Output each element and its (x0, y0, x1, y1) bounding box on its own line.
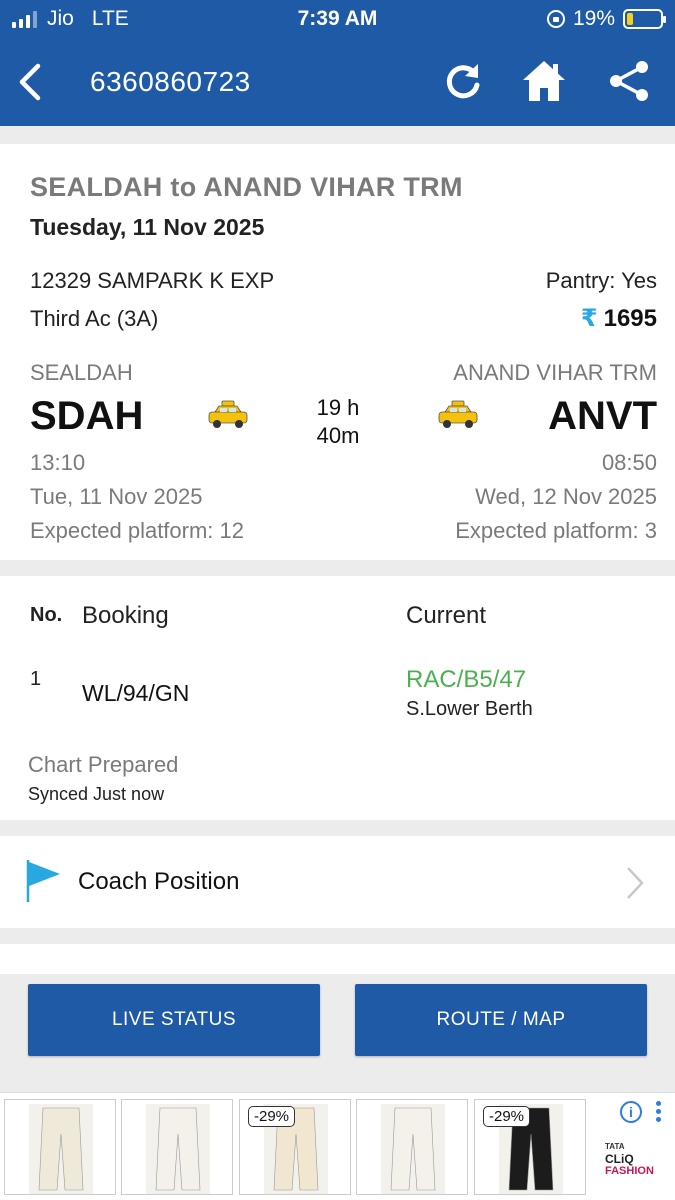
route-map-button[interactable]: ROUTE / MAP (355, 984, 647, 1056)
rotation-lock-icon (546, 10, 565, 28)
flag-icon (26, 860, 60, 902)
battery-percent: 19% (572, 7, 615, 30)
arrival-platform: Expected platform: 3 (455, 518, 657, 543)
header-no: No. (30, 604, 63, 626)
coach-position-row[interactable]: Coach Position (0, 836, 675, 928)
discount-badge: -29% (248, 1106, 296, 1127)
travel-class: Third Ac (3A) (30, 306, 159, 331)
refresh-icon[interactable] (440, 58, 486, 104)
duration-minutes: 40m (316, 423, 360, 448)
brand-line2: CLiQ (605, 1152, 634, 1166)
coach-position-label: Coach Position (78, 868, 240, 895)
battery-icon (623, 9, 666, 29)
ad-banner: -29% -29% i TATA CLiQ FASHION (0, 1092, 675, 1200)
taxi-icon[interactable] (436, 398, 480, 432)
ad-product-tile[interactable]: -29% (474, 1099, 586, 1195)
status-right: 19% (546, 7, 666, 31)
booking-status: WL/94/GN (82, 680, 190, 706)
header-booking: Booking (82, 602, 169, 629)
rupee-icon: ₹ (580, 305, 598, 332)
ad-more-icon[interactable] (656, 1101, 662, 1125)
journey-date: Tuesday, 11 Nov 2025 (30, 214, 265, 240)
next-card-partial (0, 944, 675, 974)
share-icon[interactable] (606, 58, 652, 104)
from-station-name: SEALDAH (30, 360, 133, 385)
train-name: 12329 SAMPARK K EXP (30, 268, 275, 293)
ad-product-tile[interactable] (121, 1099, 233, 1195)
arrival-date: Wed, 12 Nov 2025 (475, 484, 657, 509)
live-status-button[interactable]: LIVE STATUS (28, 984, 320, 1056)
taxi-icon[interactable] (206, 398, 250, 432)
back-icon[interactable] (12, 58, 52, 106)
departure-time: 13:10 (30, 450, 86, 475)
ad-info-icon[interactable]: i (620, 1101, 642, 1123)
status-bar: Jio LTE 7:39 AM 19% (0, 0, 675, 38)
chevron-right-icon (627, 867, 644, 899)
trousers-image (381, 1104, 445, 1194)
route-title: SEALDAH to ANAND VIHAR TRM (30, 172, 463, 202)
app-bar: 6360860723 (0, 38, 675, 126)
fare: ₹1695 (581, 304, 657, 333)
ad-product-tile[interactable] (356, 1099, 468, 1195)
battery-level (627, 13, 633, 25)
departure-date: Tue, 11 Nov 2025 (30, 484, 203, 509)
to-station-code: ANVT (548, 394, 657, 438)
duration-hours: 19 h (316, 395, 360, 420)
discount-badge: -29% (483, 1106, 531, 1127)
arrival-time: 08:50 (601, 450, 657, 475)
home-icon[interactable] (521, 58, 567, 104)
from-station-code: SDAH (30, 394, 144, 438)
pantry-info: Pantry: Yes (545, 268, 657, 293)
pnr-number: 6360860723 (90, 66, 251, 97)
berth-type: S.Lower Berth (406, 698, 533, 720)
header-current: Current (406, 602, 487, 629)
brand-line3: FASHION (605, 1165, 654, 1177)
current-status: RAC/B5/47 (406, 666, 527, 693)
sync-status: Synced Just now (28, 784, 165, 804)
chart-status: Chart Prepared (28, 752, 179, 777)
journey-card: SEALDAH to ANAND VIHAR TRM Tuesday, 11 N… (0, 144, 675, 560)
brand-logo[interactable]: TATA CLiQ FASHION (605, 1141, 654, 1177)
journey-duration: 19 h 40m (300, 394, 376, 450)
departure-platform: Expected platform: 12 (30, 518, 245, 543)
ad-product-tile[interactable]: -29% (239, 1099, 351, 1195)
trousers-image (146, 1104, 210, 1194)
fare-amount: 1695 (603, 305, 657, 332)
trousers-image (29, 1104, 93, 1194)
booking-status-card: No. Booking Current 1 WL/94/GN RAC/B5/47… (0, 576, 675, 820)
ad-product-tile[interactable] (4, 1099, 116, 1195)
passenger-number: 1 (30, 668, 42, 690)
to-station-name: ANAND VIHAR TRM (453, 360, 657, 385)
